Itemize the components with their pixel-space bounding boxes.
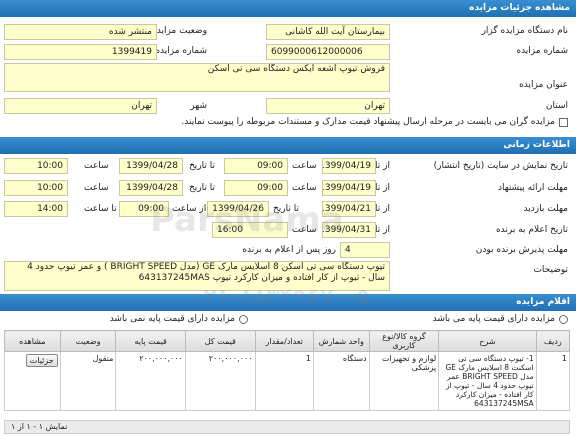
number-label: شماره مزایده (516, 46, 568, 56)
details-button[interactable]: جزئیات (25, 354, 58, 367)
title-field: فروش تیوپ اشعه ایکس دستگاه سی تی اسکن (4, 63, 390, 92)
offer-to-time-label: ساعت (84, 183, 109, 193)
offer-from-time-field: 09:00 (224, 180, 288, 196)
col-total: قیمت کل (184, 330, 256, 352)
description-label: توضیحات (533, 265, 568, 275)
offer-from-date-field: 1399/04/19 (322, 180, 376, 196)
has-base-price-label: مزایده دارای قیمت پایه می باشد (432, 314, 555, 324)
col-desc: شرح (438, 330, 537, 352)
cell-row: 1 (535, 351, 571, 411)
table-row: 1 1- تیوپ دستگاه سی تی اسکنت 8 اسلایس ما… (4, 351, 571, 411)
status-label: وضعیت مزایده (152, 26, 207, 36)
watermark-phone: ۰۲۱-۸۸۳۴۹۶۷۰-۵ (190, 285, 370, 310)
cell-unit: دستگاه (312, 351, 370, 411)
timing-section-header: اطلاعات زمانی (0, 137, 576, 154)
col-count: تعداد/مقدار (254, 330, 314, 352)
docs-required-note: مزایده گران می بایست در مرحله ارسال پیشن… (181, 117, 555, 127)
accept-days-suffix: روز پس از اعلام به برنده (242, 245, 336, 255)
cell-base: ۲۰۰,۰۰۰,۰۰۰ (115, 351, 186, 411)
title-label: عنوان مزایده (519, 80, 568, 90)
visit-to-time-label: تا ساعت (84, 204, 117, 214)
cell-total: ۲۰۰,۰۰۰,۰۰۰ (184, 351, 256, 411)
offer-deadline-label: مهلت ارائه پیشنهاد (497, 183, 568, 193)
col-unit: واحد شمارش (312, 330, 370, 352)
publish-from-time-label: ساعت (292, 161, 317, 171)
offer-from-time-label: ساعت (292, 183, 317, 193)
cell-status: منقول (59, 351, 117, 411)
org-label: نام دستگاه مزایده گزار (481, 26, 568, 36)
details-section-header: مشاهده جزئیات مزایده (0, 0, 576, 17)
accept-days-field: 4 (340, 242, 390, 258)
offer-to-time-field: 10:00 (4, 180, 68, 196)
col-status: وضعیت (59, 330, 117, 352)
no-base-price-label: مزایده دارای قیمت پایه نمی باشد (109, 314, 235, 324)
offer-to-date-field: 1399/04/28 (119, 180, 183, 196)
publish-to-date-field: 1399/04/28 (119, 158, 183, 174)
province-label: استان (545, 101, 568, 111)
province-field: تهران (266, 98, 390, 114)
publish-from-date-field: 1399/04/19 (322, 158, 376, 174)
publish-from-time-field: 09:00 (224, 158, 288, 174)
cell-count: 1 (254, 351, 314, 411)
visit-deadline-label: مهلت بازدید (523, 204, 568, 214)
cell-desc: 1- تیوپ دستگاه سی تی اسکنت 8 اسلایس مارک… (438, 351, 537, 411)
ref-number-field: 1399419 (4, 44, 157, 60)
org-field: بیمارستان آیت الله کاشانی (266, 24, 390, 40)
offer-to-date-label: تا تاریخ (189, 183, 216, 193)
watermark-brand: ParsNama (150, 200, 344, 240)
publish-to-time-field: 10:00 (4, 158, 68, 174)
cell-view: جزئیات (4, 351, 61, 411)
status-field: منتشر شده (4, 24, 157, 40)
number-field: 6099000612000006 (266, 44, 390, 60)
col-view: مشاهده (4, 330, 61, 352)
visit-to-time-field: 14:00 (4, 201, 68, 217)
publish-date-label: تاریخ نمایش در سایت (تاریخ انتشار) (433, 161, 568, 171)
cell-group: لوازم و تجهیزات پزشکی (368, 351, 440, 411)
has-base-price-radio[interactable] (559, 315, 568, 324)
city-label: شهر (190, 101, 207, 111)
publish-to-time-label: ساعت (84, 161, 109, 171)
publish-to-date-label: تا تاریخ (189, 161, 216, 171)
announce-date-label: تاریخ اعلام به برنده (495, 225, 568, 235)
no-base-price-radio[interactable] (239, 315, 248, 324)
col-row: ردیف (535, 330, 571, 352)
accept-deadline-label: مهلت پذیرش برنده بودن (475, 245, 568, 255)
pagination-footer: نمایش ۱ - ۱ از ۱ (4, 420, 570, 434)
city-field: تهران (4, 98, 157, 114)
docs-required-checkbox[interactable] (559, 118, 568, 127)
col-group: گروه کالا/نوع کاربری (368, 330, 440, 352)
items-table: ردیف شرح گروه کالا/نوع کاربری واحد شمارش… (4, 330, 571, 411)
col-base: قیمت پایه (115, 330, 186, 352)
